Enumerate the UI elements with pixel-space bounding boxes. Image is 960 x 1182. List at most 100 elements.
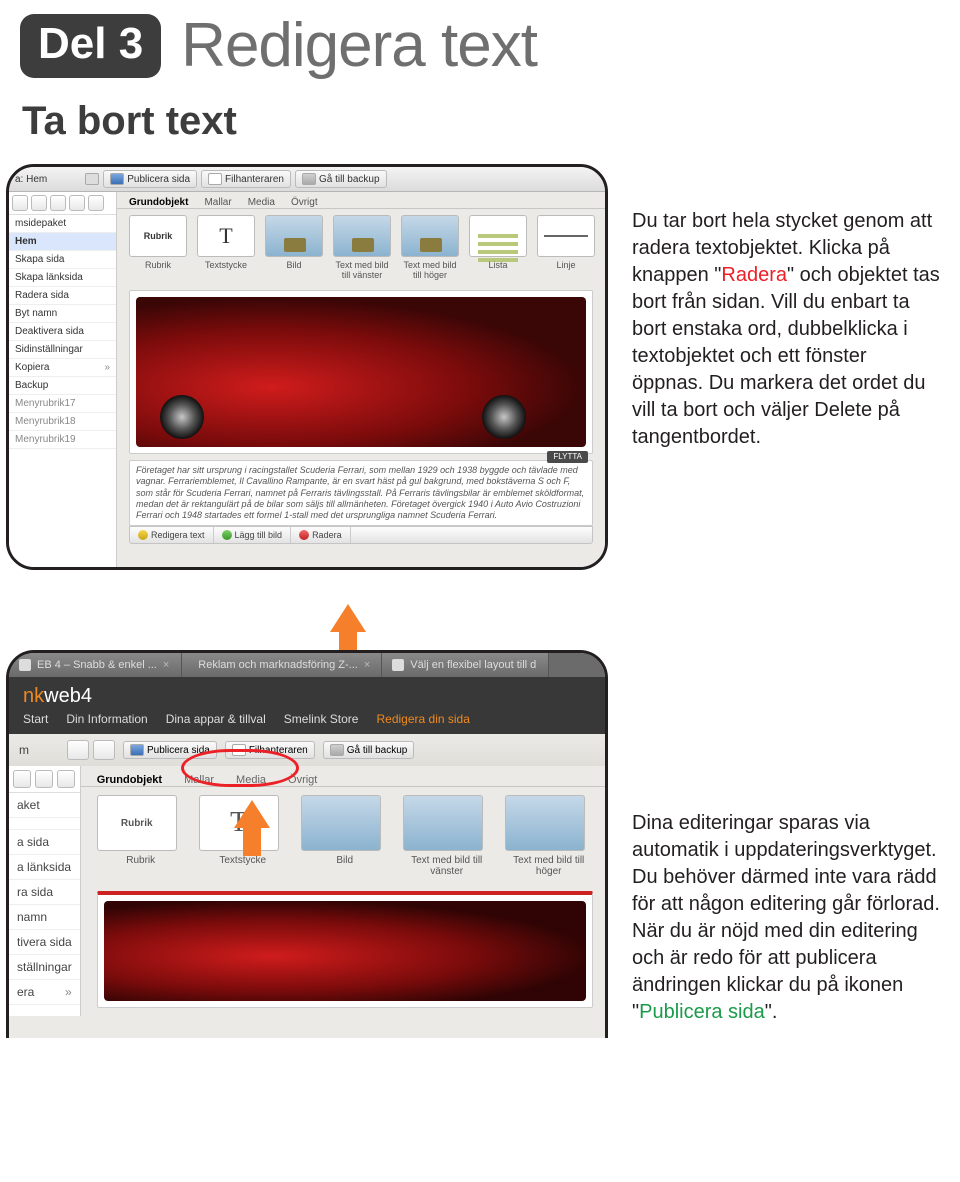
sidebar-icon[interactable] [12, 195, 28, 211]
sidebar-item[interactable]: ställningar [9, 955, 80, 980]
browser-tab[interactable]: Reklam och marknadsföring Z-...× [182, 653, 382, 677]
nav-start[interactable]: Start [23, 712, 48, 726]
tab-grundobjekt[interactable]: Grundobjekt [97, 774, 162, 786]
breadcrumb: m [19, 743, 59, 757]
browser-tab[interactable]: Välj en flexibel layout till d [382, 653, 549, 677]
section-subtitle: Ta bort text [0, 81, 960, 158]
delete-icon [299, 530, 309, 540]
browser-tab[interactable]: EB 4 – Snabb & enkel ...× [9, 653, 182, 677]
app-logo: nkweb4 [23, 685, 92, 708]
sidebar-item[interactable]: Deaktivera sida [9, 323, 116, 341]
sidebar-icon[interactable] [88, 195, 104, 211]
sidebar-icon[interactable] [50, 195, 66, 211]
breadcrumb: a: Hem [15, 174, 47, 185]
sidebar-group: msidepaket [9, 215, 116, 233]
close-icon[interactable]: × [364, 659, 370, 671]
favicon-icon [19, 659, 31, 671]
block-linje[interactable]: Linje [537, 215, 595, 280]
document-icon [208, 173, 222, 185]
block-bild[interactable]: Bild [265, 215, 323, 280]
sidebar-item[interactable]: era» [9, 980, 80, 1005]
redigera-text-button[interactable]: Redigera text [130, 527, 214, 543]
move-handle[interactable]: FLYTTA [547, 451, 588, 463]
sidebar-item[interactable]: Skapa länksida [9, 269, 116, 287]
sidebar-item[interactable]: ra sida [9, 880, 80, 905]
sidebar-menu: aket a sida a länksida ra sida namn tive… [9, 766, 81, 1016]
sidebar-item[interactable]: tivera sida [9, 930, 80, 955]
app-header: nkweb4 [9, 677, 605, 712]
sidebar-item-hem[interactable]: Hem [9, 233, 116, 251]
sidebar-item[interactable]: Kopiera» [9, 359, 116, 377]
sidebar-icon[interactable] [13, 770, 31, 788]
sidebar-menu: msidepaket Hem Skapa sida Skapa länksida… [9, 192, 117, 568]
sidebar-item[interactable]: Byt namn [9, 305, 116, 323]
sidebar-item[interactable]: Backup [9, 377, 116, 395]
sidebar-item[interactable]: a sida [9, 830, 80, 855]
toolbar-icon[interactable] [93, 740, 115, 760]
sidebar-icon[interactable] [31, 195, 47, 211]
car-image [136, 297, 586, 447]
part-badge: Del 3 [20, 14, 161, 78]
sidebar-sub[interactable]: Menyrubrik18 [9, 413, 116, 431]
add-icon [222, 530, 232, 540]
backup-button[interactable]: Gå till backup [323, 741, 415, 759]
image-object[interactable] [129, 290, 593, 454]
block-rubrik[interactable]: RubrikRubrik [97, 795, 185, 877]
toolbar-icon[interactable] [85, 173, 99, 185]
save-icon [130, 744, 144, 756]
tab-media[interactable]: Media [248, 197, 275, 208]
sidebar-item[interactable]: Skapa sida [9, 251, 116, 269]
favicon-icon [392, 659, 404, 671]
tab-grundobjekt[interactable]: Grundobjekt [129, 197, 188, 208]
save-icon [110, 173, 124, 185]
block-text-bild-hoger[interactable]: Text med bild till höger [401, 215, 459, 280]
sidebar-item[interactable]: aket [9, 793, 80, 818]
backup-button[interactable]: Gå till backup [295, 170, 387, 188]
editor-canvas: Grundobjekt Mallar Media Övrigt RubrikRu… [117, 192, 605, 568]
page-title: Redigera text [181, 10, 537, 81]
sidebar-item[interactable]: Radera sida [9, 287, 116, 305]
block-bild[interactable]: Bild [301, 795, 389, 877]
callout-circle [181, 749, 299, 787]
sidebar-icon[interactable] [35, 770, 53, 788]
block-textstycke[interactable]: TTextstycke [197, 215, 255, 280]
lagg-till-bild-button[interactable]: Lägg till bild [214, 527, 292, 543]
radera-button[interactable]: Radera [291, 527, 351, 543]
accent-publicera: Publicera sida [639, 1001, 765, 1023]
editor-toolbar: m Publicera sida Filhanteraren Gå till b… [9, 734, 605, 766]
editor-toolbar: a: Hem Publicera sida Filhanteraren Gå t… [9, 167, 605, 192]
block-lista[interactable]: Lista [469, 215, 527, 280]
filhanteraren-button[interactable]: Filhanteraren [201, 170, 291, 188]
object-action-bar: Redigera text Lägg till bild Radera [129, 526, 593, 544]
sidebar-item[interactable]: Sidinställningar [9, 341, 116, 359]
sidebar-sub[interactable]: Menyrubrik17 [9, 395, 116, 413]
sidebar-item[interactable]: a länksida [9, 855, 80, 880]
nav-redigera[interactable]: Redigera din sida [376, 712, 469, 726]
sidebar-sub[interactable]: Menyrubrik19 [9, 431, 116, 449]
block-text-bild-vanster[interactable]: Text med bild till vänster [403, 795, 491, 877]
nav-store[interactable]: Smelink Store [284, 712, 359, 726]
backup-icon [330, 744, 344, 756]
instruction-paragraph-2: Dina editeringar sparas via automatik i … [632, 810, 942, 1026]
tab-ovrigt[interactable]: Övrigt [291, 197, 318, 208]
nav-appar[interactable]: Dina appar & tillval [166, 712, 266, 726]
block-rubrik[interactable]: RubrikRubrik [129, 215, 187, 280]
nav-din-information[interactable]: Din Information [66, 712, 147, 726]
text-object[interactable]: FLYTTA Företaget har sitt ursprung i rac… [129, 460, 593, 526]
browser-tabs: EB 4 – Snabb & enkel ...× Reklam och mar… [9, 653, 605, 677]
text-content: Företaget har sitt ursprung i racingstal… [136, 465, 584, 520]
block-text-bild-vanster[interactable]: Text med bild till vänster [333, 215, 391, 280]
main-nav: Start Din Information Dina appar & tillv… [23, 712, 591, 726]
close-icon[interactable]: × [163, 659, 169, 671]
sidebar-icon[interactable] [69, 195, 85, 211]
tab-mallar[interactable]: Mallar [204, 197, 231, 208]
image-object[interactable] [97, 891, 593, 1008]
publicera-sida-button[interactable]: Publicera sida [103, 170, 197, 188]
block-text-bild-hoger[interactable]: Text med bild till höger [505, 795, 593, 877]
backup-icon [302, 173, 316, 185]
sidebar-icon[interactable] [57, 770, 75, 788]
instruction-paragraph-1: Du tar bort hela stycket genom att rader… [632, 208, 942, 451]
accent-radera: Radera [721, 264, 787, 286]
sidebar-item[interactable]: namn [9, 905, 80, 930]
toolbar-icon[interactable] [67, 740, 89, 760]
